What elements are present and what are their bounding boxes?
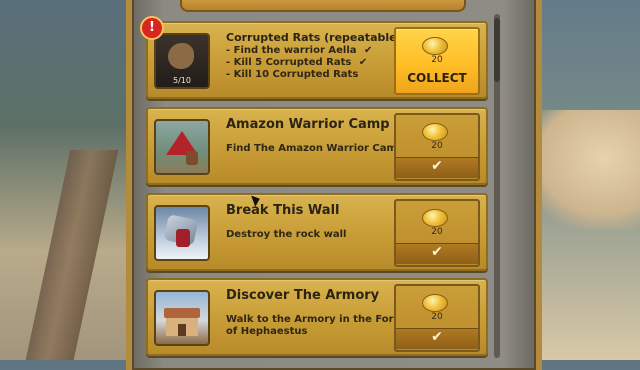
quest-thumbnail — [154, 290, 210, 346]
coin-icon — [422, 37, 448, 55]
quest-description: Destroy the rock wall — [226, 229, 347, 240]
objective-check-icon: ✔ — [358, 57, 368, 68]
completed-check-icon: ✔ — [396, 157, 478, 178]
quest-card-break-this-wall[interactable]: Break This Wall Destroy the rock wall 20… — [146, 193, 488, 271]
coin-icon — [422, 123, 448, 141]
collect-label: COLLECT — [407, 71, 467, 85]
quest-scrollbar[interactable] — [494, 14, 500, 358]
objective-item: - Find the warrior Aella ✔ — [226, 45, 372, 57]
panel-header-bar — [180, 0, 466, 12]
quest-title: Amazon Warrior Camp — [226, 117, 390, 132]
quest-thumbnail — [154, 119, 210, 175]
reward-box: 20 ✔ — [394, 113, 480, 181]
quest-title: Break This Wall — [226, 203, 340, 218]
completed-check-icon: ✔ — [396, 328, 478, 349]
quest-title: Discover The Armory — [226, 288, 380, 303]
exclamation-icon: ! — [140, 16, 164, 40]
armory-door-icon — [178, 324, 186, 336]
quest-card-amazon-warrior-camp[interactable]: Amazon Warrior Camp Find The Amazon Warr… — [146, 107, 488, 185]
scrollbar-thumb[interactable] — [494, 18, 500, 82]
reward-amount: 20 — [431, 55, 443, 65]
warrior-icon — [176, 229, 190, 247]
objective-list: - Find the warrior Aella ✔ - Kill 5 Corr… — [226, 45, 372, 81]
objective-check-icon: ✔ — [363, 45, 373, 56]
quest-card-corrupted-rats[interactable]: 5/10 Corrupted Rats (repeatable) - Find … — [146, 21, 488, 99]
completed-check-icon: ✔ — [396, 243, 478, 264]
reward-box: 20 ✔ — [394, 199, 480, 267]
reward-amount: 20 — [431, 312, 443, 322]
quest-description: Find The Amazon Warrior Camp — [226, 143, 405, 154]
objective-text: - Kill 10 Corrupted Rats — [226, 69, 359, 80]
collect-reward-button[interactable]: 20 COLLECT — [394, 27, 480, 95]
objective-text: - Kill 5 Corrupted Rats — [226, 57, 352, 68]
objective-item: - Kill 10 Corrupted Rats — [226, 69, 372, 81]
reward-amount: 20 — [431, 227, 443, 237]
quest-thumbnail: 5/10 — [154, 33, 210, 89]
quest-progress: 5/10 — [173, 76, 191, 85]
reward-amount: 20 — [431, 141, 443, 151]
reward-box: 20 ✔ — [394, 284, 480, 352]
objective-item: - Kill 5 Corrupted Rats ✔ — [226, 57, 372, 69]
objective-text: - Find the warrior Aella — [226, 45, 357, 56]
coin-icon — [422, 294, 448, 312]
quest-title: Corrupted Rats (repeatable) — [226, 31, 402, 44]
coin-icon — [422, 209, 448, 227]
quest-description: Walk to the Armory in the Forge of Hepha… — [226, 314, 408, 337]
camp-barrel-icon — [186, 151, 198, 165]
armory-roof-icon — [164, 308, 200, 318]
quest-card-discover-the-armory[interactable]: Discover The Armory Walk to the Armory i… — [146, 278, 488, 356]
quest-thumbnail — [154, 205, 210, 261]
rat-icon — [168, 43, 194, 69]
